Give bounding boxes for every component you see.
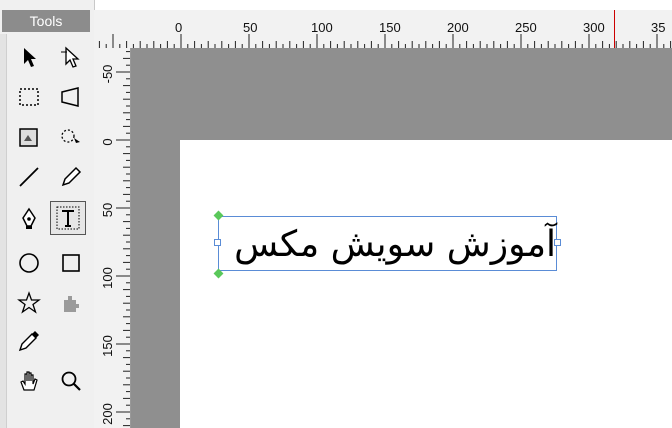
ruler-label: 150 (100, 335, 115, 357)
lasso-tool[interactable] (56, 122, 86, 152)
puzzle-icon (64, 296, 79, 312)
left-resize-handle[interactable] (214, 239, 221, 246)
ruler-label: 200 (100, 403, 115, 425)
line-icon (19, 167, 39, 187)
line-tool[interactable] (14, 162, 44, 192)
ruler-label: 100 (100, 267, 115, 289)
panel-edge (0, 34, 7, 428)
arrow-icon (24, 48, 36, 67)
text-tool[interactable] (50, 201, 86, 235)
pen-tool[interactable] (14, 204, 44, 234)
text-content[interactable]: آموزش سویش مکس (219, 217, 556, 270)
circle-icon (19, 253, 39, 273)
pen-nib-icon (22, 207, 36, 229)
ruler-label: 200 (447, 20, 469, 35)
distort-tool[interactable] (56, 82, 86, 112)
rectangle-tool[interactable] (56, 248, 86, 278)
ruler-label: 35 (651, 20, 665, 35)
tools-panel-title: Tools (2, 10, 90, 32)
hand-icon (20, 371, 38, 391)
ruler-cursor-marker (614, 10, 615, 48)
selected-text-box[interactable]: آموزش سویش مکس (218, 216, 557, 271)
vertical-ruler-ticks: -50 0 50 100 150 200 (100, 51, 130, 427)
zoom-tool[interactable] (56, 366, 86, 396)
distort-icon (61, 87, 79, 107)
vertical-ruler[interactable]: -50 0 50 100 150 200 (94, 48, 131, 428)
ruler-label: -50 (100, 65, 115, 84)
horizontal-ruler-ticks: 0 50 100 150 200 250 300 35 (98, 20, 672, 48)
crop-tool[interactable] (14, 122, 44, 152)
ruler-label: 50 (243, 20, 257, 35)
dotted-rectangle-icon (19, 88, 39, 106)
pencil-icon (61, 166, 82, 187)
ruler-label: 50 (100, 203, 115, 217)
tools-panel: Tools (0, 0, 95, 428)
ruler-label: 100 (311, 20, 333, 35)
ruler-label: 0 (175, 20, 182, 35)
pencil-tool[interactable] (56, 162, 86, 192)
hollow-arrow-icon (61, 46, 80, 68)
canvas-stage[interactable] (180, 140, 672, 428)
marquee-tool[interactable] (14, 82, 44, 112)
square-icon (62, 254, 80, 272)
subselect-tool[interactable] (56, 42, 86, 72)
ruler-label: 0 (100, 138, 115, 145)
crop-icon (19, 128, 38, 147)
text-t-icon (56, 206, 80, 230)
hand-tool[interactable] (14, 366, 44, 396)
ellipse-tool[interactable] (14, 248, 44, 278)
star-tool[interactable] (14, 288, 44, 318)
horizontal-ruler[interactable]: 0 50 100 150 200 250 300 35 (94, 10, 672, 49)
ruler-label: 300 (583, 20, 605, 35)
lasso-icon (61, 129, 80, 143)
puzzle-tool[interactable] (56, 288, 86, 318)
star-icon (17, 291, 41, 314)
eyedropper-tool[interactable] (14, 326, 44, 356)
right-resize-handle[interactable] (554, 239, 561, 246)
pointer-tool[interactable] (14, 42, 44, 72)
magnifier-icon (61, 371, 81, 391)
ruler-label: 150 (379, 20, 401, 35)
ruler-label: 250 (515, 20, 537, 35)
eyedropper-icon (18, 331, 39, 352)
